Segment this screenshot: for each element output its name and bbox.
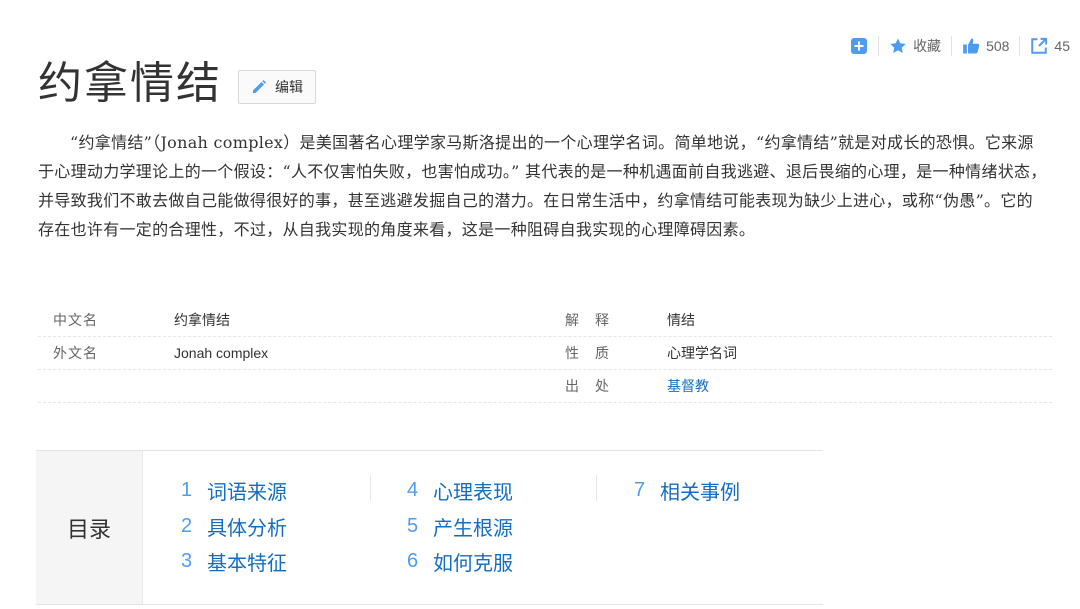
catalog-column: 4 心理表现 5 产生根源 6 如何克服 xyxy=(407,473,513,580)
share-count: 45 xyxy=(1054,38,1070,54)
basic-info-table: 中文名 约拿情结 解释 情结 外文名 Jonah complex 性质 心理学名… xyxy=(38,304,1052,403)
catalog-item-text: 心理表现 xyxy=(433,480,513,505)
info-label-chinese-name: 中文名 xyxy=(53,313,98,329)
catalog-item-number: 3 xyxy=(181,550,193,573)
catalog-column: 7 相关事例 xyxy=(634,473,740,509)
info-value-foreign-name: Jonah complex xyxy=(174,345,269,361)
edit-label: 编辑 xyxy=(275,80,303,96)
add-button[interactable] xyxy=(840,34,878,58)
catalog-heading: 目录 xyxy=(36,451,143,604)
catalog-item-number: 2 xyxy=(181,514,193,537)
catalog-item[interactable]: 6 如何克服 xyxy=(407,544,513,580)
catalog-column: 1 词语来源 2 具体分析 3 基本特征 xyxy=(181,473,287,580)
info-item: 出处 基督教 xyxy=(545,376,1052,396)
catalog-divider xyxy=(370,475,371,501)
info-value-explanation: 情结 xyxy=(667,312,695,328)
catalog-item[interactable]: 3 基本特征 xyxy=(181,544,287,580)
catalog: 目录 1 词语来源 2 具体分析 3 基本特征 4 心理表现 5 产生根源 6 … xyxy=(36,450,823,605)
article-toolbar: 收藏 508 45 xyxy=(840,34,1080,58)
share-button[interactable]: 45 xyxy=(1020,34,1080,58)
edit-button[interactable]: 编辑 xyxy=(238,70,316,104)
catalog-item[interactable]: 1 词语来源 xyxy=(181,473,287,509)
thumbs-up-icon xyxy=(963,38,980,54)
catalog-item-text: 基本特征 xyxy=(207,551,287,576)
info-row: 出处 基督教 xyxy=(38,370,1052,403)
info-item: 外文名 Jonah complex xyxy=(38,343,545,363)
pencil-icon xyxy=(253,80,266,93)
info-item: 中文名 约拿情结 xyxy=(38,310,545,330)
catalog-item-text: 具体分析 xyxy=(207,515,287,540)
favorite-label: 收藏 xyxy=(913,39,942,55)
catalog-item[interactable]: 4 心理表现 xyxy=(407,473,513,509)
catalog-item-number: 1 xyxy=(181,479,193,502)
like-count: 508 xyxy=(986,38,1010,54)
info-item: 性质 心理学名词 xyxy=(545,343,1052,363)
info-row: 中文名 约拿情结 解释 情结 xyxy=(38,304,1052,337)
lemma-summary: “约拿情结”（Jonah complex）是美国著名心理学家马斯洛提出的一个心理… xyxy=(38,133,1047,239)
favorite-button[interactable]: 收藏 xyxy=(879,34,951,58)
catalog-item-number: 5 xyxy=(407,514,419,537)
catalog-item[interactable]: 2 具体分析 xyxy=(181,509,287,545)
title-row: 约拿情结 编辑 xyxy=(38,56,316,112)
catalog-item-text: 词语来源 xyxy=(207,480,287,505)
like-button[interactable]: 508 xyxy=(952,34,1019,58)
info-label-foreign-name: 外文名 xyxy=(53,346,98,362)
catalog-item-number: 7 xyxy=(634,479,646,502)
info-value-nature: 心理学名词 xyxy=(667,345,737,361)
catalog-item-text: 产生根源 xyxy=(433,515,513,540)
plus-square-icon xyxy=(851,38,868,54)
page-title: 约拿情结 xyxy=(38,58,222,109)
catalog-item-text: 相关事例 xyxy=(660,480,740,505)
info-label-explanation: 解释 xyxy=(565,313,625,329)
catalog-item-number: 4 xyxy=(407,479,419,502)
catalog-item-number: 6 xyxy=(407,550,419,573)
info-label-nature: 性质 xyxy=(565,346,625,362)
star-icon xyxy=(890,38,906,54)
info-value-chinese-name: 约拿情结 xyxy=(174,312,230,328)
info-item: 解释 情结 xyxy=(545,310,1052,330)
info-link-source[interactable]: 基督教 xyxy=(667,376,709,396)
catalog-item-text: 如何克服 xyxy=(433,551,513,576)
catalog-item[interactable]: 5 产生根源 xyxy=(407,509,513,545)
share-icon xyxy=(1031,37,1048,54)
catalog-divider xyxy=(596,475,597,501)
info-label-source: 出处 xyxy=(565,379,625,395)
catalog-body: 1 词语来源 2 具体分析 3 基本特征 4 心理表现 5 产生根源 6 如何克… xyxy=(143,451,823,604)
catalog-item[interactable]: 7 相关事例 xyxy=(634,473,740,509)
info-row: 外文名 Jonah complex 性质 心理学名词 xyxy=(38,337,1052,370)
